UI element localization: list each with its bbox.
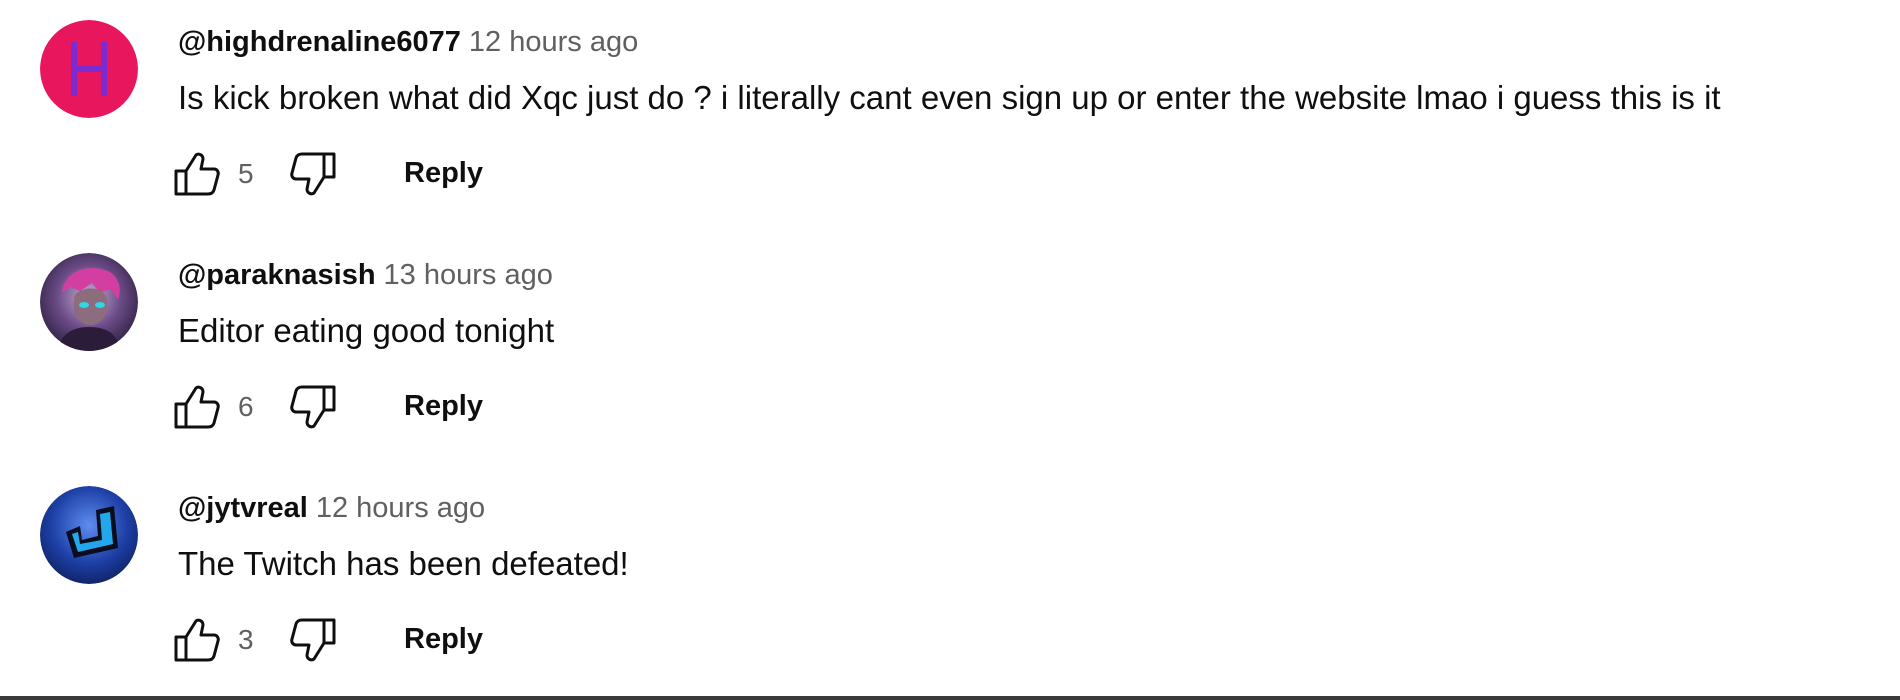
dislike-button[interactable]	[288, 383, 338, 431]
thumbs-up-icon	[174, 385, 220, 429]
comment-header: @highdrenaline6077 12 hours ago	[178, 22, 638, 62]
like-button[interactable]	[172, 150, 222, 198]
dislike-button[interactable]	[288, 616, 338, 664]
avatar[interactable]	[40, 253, 138, 351]
comment-actions: 3 Reply	[172, 614, 532, 664]
thumbs-up-icon	[174, 618, 220, 662]
comment-item: @paraknasish 13 hours ago Editor eating g…	[0, 233, 1900, 466]
reply-button[interactable]: Reply	[404, 620, 483, 658]
thumbs-down-icon	[290, 618, 336, 662]
like-button[interactable]	[172, 616, 222, 664]
comment-item: @jytvreal 12 hours ago The Twitch has bee…	[0, 466, 1900, 699]
comment-text: The Twitch has been defeated!	[178, 545, 629, 582]
avatar[interactable]	[40, 20, 138, 118]
comment-timestamp[interactable]: 13 hours ago	[384, 259, 553, 291]
like-count: 6	[238, 391, 254, 422]
comment-actions: 6 Reply	[172, 381, 532, 431]
comment-text: Editor eating good tonight	[178, 312, 555, 349]
bottom-divider	[0, 696, 1900, 700]
avatar-image-icon	[40, 486, 138, 584]
like-count: 5	[238, 158, 254, 189]
comment-timestamp[interactable]: 12 hours ago	[316, 492, 485, 524]
avatar-letter-h-icon	[40, 20, 138, 118]
like-count: 3	[238, 624, 254, 655]
dislike-button[interactable]	[288, 150, 338, 198]
comment-actions: 5 Reply	[172, 148, 532, 198]
reply-button[interactable]: Reply	[404, 387, 483, 425]
comment-author[interactable]: @paraknasish	[178, 259, 376, 291]
comment-text: Is kick broken what did Xqc just do ? i …	[178, 79, 1721, 116]
comment-header: @paraknasish 13 hours ago	[178, 255, 553, 295]
thumbs-up-icon	[174, 152, 220, 196]
avatar-image-icon	[40, 253, 138, 351]
comment-author[interactable]: @highdrenaline6077	[178, 26, 461, 58]
avatar[interactable]	[40, 486, 138, 584]
thumbs-down-icon	[290, 385, 336, 429]
comments-section: @highdrenaline6077 12 hours ago Is kick b…	[0, 0, 1900, 700]
thumbs-down-icon	[290, 152, 336, 196]
reply-button[interactable]: Reply	[404, 154, 483, 192]
comment-header: @jytvreal 12 hours ago	[178, 488, 485, 528]
comment-timestamp[interactable]: 12 hours ago	[469, 26, 638, 58]
comment-author[interactable]: @jytvreal	[178, 492, 308, 524]
like-button[interactable]	[172, 383, 222, 431]
comment-item: @highdrenaline6077 12 hours ago Is kick b…	[0, 0, 1900, 233]
